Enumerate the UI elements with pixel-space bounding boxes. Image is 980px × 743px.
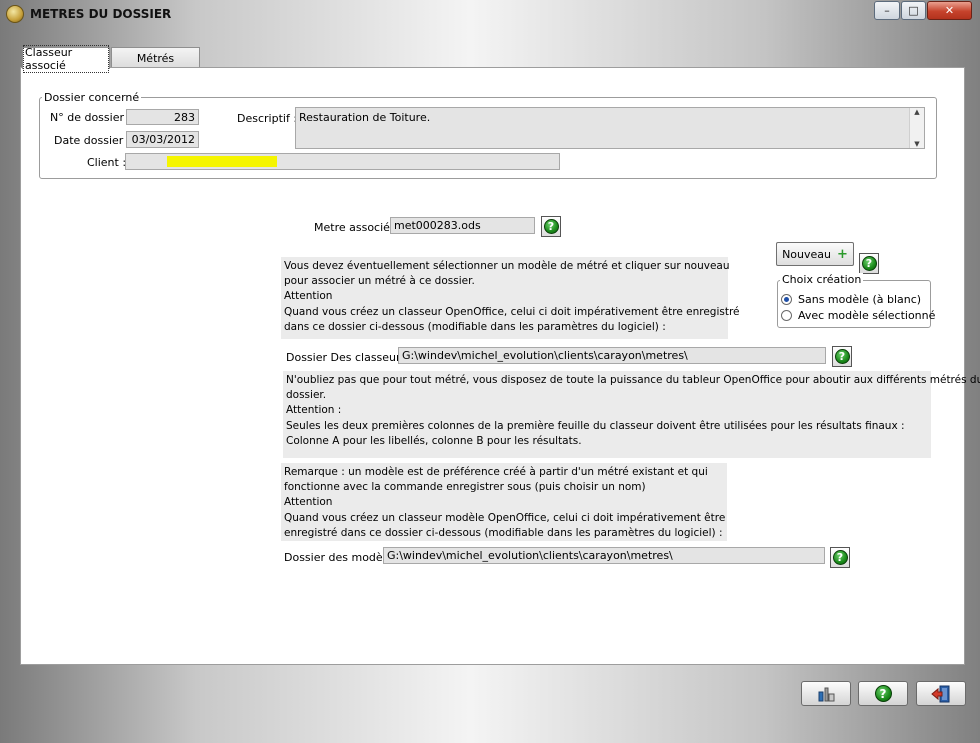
- tab-label: Métrés: [136, 51, 175, 65]
- help-icon: ?: [832, 550, 848, 565]
- dossier-group-legend: Dossier concerné: [42, 91, 142, 104]
- nouveau-label: Nouveau: [782, 247, 831, 261]
- radio-label: Avec modèle sélectionné: [798, 309, 936, 322]
- dossier-modeles-field[interactable]: G:\windev\michel_evolution\clients\caray…: [383, 547, 825, 564]
- dossier-modeles-label: Dossier des modèles: [284, 551, 399, 564]
- date-dossier-field[interactable]: 03/03/2012: [126, 131, 199, 148]
- radio-sans-modele[interactable]: Sans modèle (à blanc): [781, 293, 921, 306]
- info-block-1: Vous devez éventuellement sélectionner u…: [281, 257, 740, 339]
- client-label: Client :: [87, 156, 127, 169]
- title-bar: METRES DU DOSSIER – □ ✕: [0, 0, 980, 30]
- tools-icon: [818, 687, 835, 701]
- tab-metres[interactable]: Métrés: [111, 47, 200, 68]
- info-line: enregistré dans ce dossier ci-dessous (m…: [284, 526, 723, 539]
- info-line: fonctionne avec la commande enregistrer …: [284, 481, 646, 494]
- help-button[interactable]: ?: [858, 681, 908, 706]
- maximize-button[interactable]: □: [901, 1, 926, 20]
- dossier-classeurs-label: Dossier Des classeurs: [286, 351, 407, 364]
- exit-icon: [931, 685, 950, 702]
- tools-button[interactable]: [801, 681, 851, 706]
- help-icon: ?: [834, 349, 850, 364]
- radio-selected-dot: [784, 297, 789, 302]
- choix-creation-legend: Choix création: [780, 273, 864, 286]
- classeurs-help-button[interactable]: ?: [832, 346, 852, 367]
- numero-dossier-field[interactable]: 283: [126, 109, 199, 125]
- radio-button[interactable]: [781, 310, 792, 321]
- info-line: N'oubliez pas que pour tout métré, vous …: [286, 374, 980, 386]
- info-line: pour associer un métré à ce dossier.: [284, 275, 475, 288]
- info-line: Remarque : un modèle est de préférence c…: [284, 466, 708, 478]
- info-line: dossier.: [286, 389, 327, 402]
- descriptif-label: Descriptif :: [237, 112, 298, 125]
- info-line: Attention: [284, 290, 333, 303]
- info-line: Attention :: [286, 404, 342, 417]
- radio-label: Sans modèle (à blanc): [798, 293, 922, 306]
- help-icon: ?: [874, 685, 892, 702]
- descriptif-value: Restauration de Toiture.: [299, 111, 431, 124]
- info-block-3: Remarque : un modèle est de préférence c…: [281, 463, 727, 541]
- info-line: Attention: [284, 496, 333, 509]
- info-line: Vous devez éventuellement sélectionner u…: [284, 260, 730, 272]
- help-icon: ?: [543, 219, 559, 234]
- nouveau-help-button[interactable]: ?: [859, 253, 879, 274]
- info-line: dans ce dossier ci-dessous (modifiable d…: [284, 320, 666, 333]
- scroll-down-icon[interactable]: ▼: [914, 140, 919, 148]
- redaction-highlight: [167, 156, 277, 167]
- info-block-2: N'oubliez pas que pour tout métré, vous …: [283, 371, 980, 458]
- date-dossier-label: Date dossier :: [54, 134, 131, 147]
- info-line: Quand vous créez un classeur OpenOffice,…: [284, 305, 740, 318]
- descriptif-scrollbar[interactable]: ▲ ▼: [909, 108, 924, 148]
- minimize-button[interactable]: –: [874, 1, 900, 20]
- info-line: Colonne A pour les libellés, colonne B p…: [286, 434, 582, 447]
- metre-associe-field[interactable]: met000283.ods: [390, 217, 535, 234]
- metre-help-button[interactable]: ?: [541, 216, 561, 237]
- numero-dossier-label: N° de dossier :: [50, 111, 132, 124]
- tab-label: Classeur associé: [23, 44, 109, 73]
- exit-button[interactable]: [916, 681, 966, 706]
- info-line: Quand vous créez un classeur modèle Open…: [284, 511, 726, 524]
- scroll-up-icon[interactable]: ▲: [914, 108, 919, 116]
- radio-button[interactable]: [781, 294, 792, 305]
- metre-associe-label: Metre associé: [314, 221, 390, 234]
- plus-icon: +: [837, 246, 848, 262]
- info-line: Seules les deux premières colonnes de la…: [286, 419, 905, 432]
- descriptif-field[interactable]: Restauration de Toiture. ▲ ▼: [295, 107, 925, 149]
- tab-classeur-associe[interactable]: Classeur associé: [22, 44, 110, 73]
- window-title: METRES DU DOSSIER: [30, 7, 172, 21]
- dossier-classeurs-field[interactable]: G:\windev\michel_evolution\clients\caray…: [398, 347, 826, 364]
- nouveau-button[interactable]: Nouveau +: [776, 242, 854, 266]
- help-icon: ?: [861, 256, 877, 271]
- app-icon: [6, 5, 24, 23]
- modeles-help-button[interactable]: ?: [830, 547, 850, 568]
- radio-avec-modele[interactable]: Avec modèle sélectionné: [781, 309, 935, 322]
- close-button[interactable]: ✕: [927, 1, 972, 20]
